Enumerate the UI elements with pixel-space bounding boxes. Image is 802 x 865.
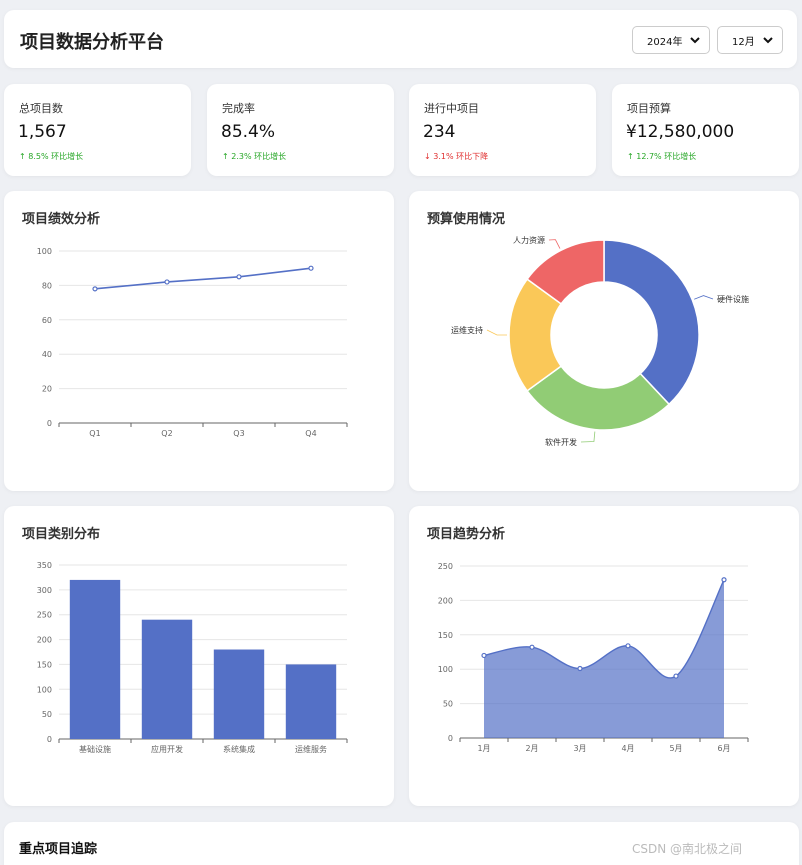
- year-select[interactable]: 2024年: [632, 26, 710, 54]
- x-tick-label: 5月: [669, 744, 682, 753]
- stat-value: 1,567: [18, 122, 67, 142]
- stat-label: 项目预算: [627, 102, 671, 115]
- stat-value: 85.4%: [221, 122, 276, 142]
- year-select-value: 2024年: [647, 36, 683, 48]
- category-panel: 项目类别分布 0 50 100 150 200 250 300 350 基础设施 应用开发 系统集成…: [4, 506, 394, 806]
- y-tick-label: 0: [448, 734, 453, 743]
- trend-panel: 项目趋势分析 0 50 100 150 200 250 1月 2月 3月 4月 5月 6月: [409, 506, 799, 806]
- y-tick-label: 20: [42, 385, 52, 394]
- y-tick-label: 0: [47, 419, 52, 428]
- x-tick-label: Q1: [89, 429, 100, 438]
- y-tick-label: 60: [42, 316, 52, 325]
- y-tick-label: 40: [42, 350, 52, 359]
- stat-trend: ↓ 3.1% 环比下降: [424, 152, 489, 161]
- stat-label: 完成率: [222, 102, 255, 115]
- data-point: [236, 274, 242, 280]
- stat-value: 234: [423, 122, 456, 142]
- header-bar: 项目数据分析平台 2024年 12月: [4, 10, 797, 68]
- x-tick-label: Q3: [233, 429, 244, 438]
- page-title: 项目数据分析平台: [20, 32, 164, 53]
- slice-label-line: [694, 295, 714, 300]
- slice-label-line: [548, 239, 561, 249]
- panel-title: 重点项目追踪: [19, 842, 98, 857]
- slice-label-line: [580, 431, 596, 443]
- stat-label: 进行中项目: [424, 102, 479, 115]
- stat-trend: ↑ 8.5% 环比增长: [19, 152, 84, 161]
- x-tick-label: 基础设施: [79, 744, 111, 754]
- y-tick-label: 200: [438, 596, 453, 605]
- x-tick-label: 运维服务: [295, 744, 327, 754]
- stat-card-budget: 项目预算 ¥12,580,000 ↑ 12.7% 环比增长: [612, 84, 799, 176]
- x-tick-label: 6月: [717, 744, 730, 753]
- stat-card-completion-rate: 完成率 85.4% ↑ 2.3% 环比增长: [207, 84, 394, 176]
- y-tick-label: 0: [47, 735, 52, 744]
- y-tick-label: 50: [443, 700, 453, 709]
- y-tick-label: 100: [37, 247, 52, 256]
- budget-donut-chart: 硬件设施软件开发 运维支持 人力资源: [451, 235, 749, 447]
- watermark: CSDN @南北极之间: [632, 842, 743, 856]
- y-tick-label: 300: [37, 586, 52, 595]
- x-tick-label: Q2: [161, 429, 172, 438]
- bar: [213, 649, 265, 739]
- y-tick-label: 250: [37, 611, 52, 620]
- trend-area-chart: 0 50 100 150 200 250 1月 2月 3月 4月 5月 6月: [438, 562, 749, 753]
- slice-label: 运维支持: [451, 325, 483, 335]
- data-point: [481, 652, 487, 659]
- series-area: [484, 579, 724, 738]
- slice-label: 软件开发: [545, 437, 577, 447]
- month-select[interactable]: 12月: [717, 26, 783, 54]
- y-tick-label: 100: [438, 665, 453, 674]
- data-point: [92, 286, 98, 292]
- x-tick-label: 1月: [477, 744, 490, 753]
- bar: [285, 664, 337, 739]
- budget-panel: 预算使用情况 硬件设施 软件开发 运维支持 人力资源: [409, 191, 799, 491]
- pie-slice: [603, 239, 700, 406]
- data-point: [673, 673, 679, 679]
- chevron-down-icon: [690, 37, 700, 44]
- performance-line-chart: 0 20 40 60 80 100 Q1 Q2 Q3 Q4: [37, 247, 348, 438]
- y-tick-label: 100: [37, 685, 52, 694]
- x-tick-label: 应用开发: [151, 744, 183, 754]
- data-point: [308, 265, 314, 271]
- slice-label-line: [486, 329, 507, 336]
- month-select-value: 12月: [732, 36, 755, 48]
- performance-panel: 项目绩效分析 0 20 40 60 80 100 Q1 Q2 Q3 Q4: [4, 191, 394, 491]
- y-tick-label: 200: [37, 636, 52, 645]
- y-tick-label: 350: [37, 561, 52, 570]
- category-bar-chart: 0 50 100 150 200 250 300 350 基础设施 应用开发 系统集成 运维服务: [37, 561, 348, 754]
- y-tick-label: 150: [37, 660, 52, 669]
- y-tick-label: 50: [42, 710, 52, 719]
- bar: [141, 619, 193, 739]
- stat-card-in-progress: 进行中项目 234 ↓ 3.1% 环比下降: [409, 84, 596, 176]
- y-tick-label: 250: [438, 562, 453, 571]
- y-tick-label: 150: [438, 631, 453, 640]
- slice-label: 硬件设施: [717, 294, 749, 304]
- bar: [69, 579, 121, 739]
- y-tick-label: 80: [42, 281, 52, 290]
- x-tick-label: Q4: [305, 429, 316, 438]
- x-tick-label: 系统集成: [223, 744, 255, 754]
- data-point: [577, 665, 583, 672]
- stat-trend: ↑ 2.3% 环比增长: [222, 152, 287, 161]
- data-point: [164, 279, 170, 285]
- stat-value: ¥12,580,000: [626, 122, 735, 142]
- x-tick-label: 4月: [621, 744, 634, 753]
- x-tick-label: 2月: [525, 744, 538, 753]
- data-point: [721, 577, 727, 583]
- x-tick-label: 3月: [573, 744, 586, 753]
- slice-label: 人力资源: [513, 235, 545, 245]
- data-point: [625, 643, 631, 649]
- stat-trend: ↑ 12.7% 环比增长: [627, 152, 697, 161]
- stat-label: 总项目数: [19, 102, 63, 115]
- data-point: [529, 644, 535, 650]
- chevron-down-icon: [763, 37, 773, 44]
- stat-card-total-projects: 总项目数 1,567 ↑ 8.5% 环比增长: [4, 84, 191, 176]
